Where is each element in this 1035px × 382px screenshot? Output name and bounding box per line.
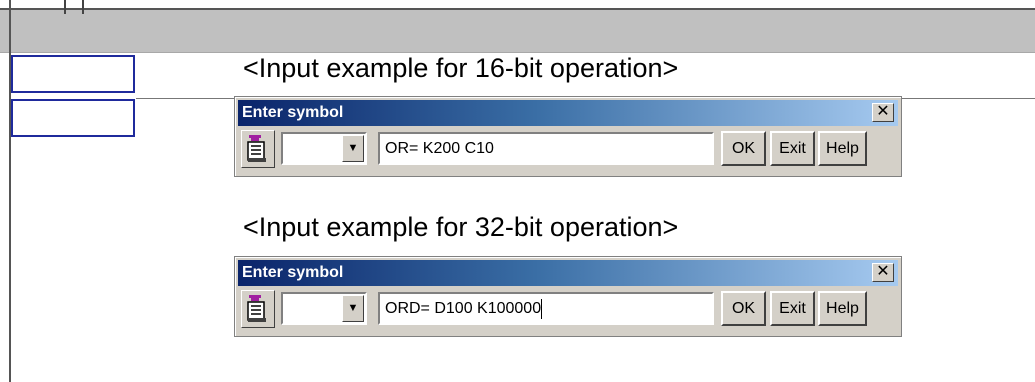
ladder-symbol-icon[interactable] bbox=[241, 130, 275, 168]
enter-symbol-dialog-16bit: Enter symbol ✕ ▼ OR= K200 C10 OK Exit He… bbox=[234, 96, 902, 177]
contact-symbol-left-bar bbox=[64, 0, 66, 14]
ok-button[interactable]: OK bbox=[721, 131, 766, 166]
dialog-titlebar[interactable]: Enter symbol ✕ bbox=[238, 260, 898, 286]
enter-symbol-dialog-32bit: Enter symbol ✕ ▼ ORD= D100 K100000 OK Ex… bbox=[234, 256, 902, 337]
symbol-input-value: OR= K200 C10 bbox=[385, 140, 494, 157]
caption-32bit-example: <Input example for 32-bit operation> bbox=[243, 212, 679, 242]
contact-symbol-right-bar bbox=[82, 0, 84, 14]
chevron-down-icon[interactable]: ▼ bbox=[342, 135, 364, 162]
close-button[interactable]: ✕ bbox=[872, 263, 894, 282]
symbol-input[interactable]: ORD= D100 K100000 bbox=[378, 292, 714, 325]
help-button[interactable]: Help bbox=[818, 291, 867, 326]
symbol-type-combo[interactable]: ▼ bbox=[281, 292, 367, 325]
ladder-symbol-icon-graphic bbox=[247, 135, 266, 162]
symbol-input-value: ORD= D100 K100000 bbox=[385, 300, 542, 317]
ladder-rung-line-top bbox=[0, 8, 1035, 10]
close-button[interactable]: ✕ bbox=[872, 103, 894, 122]
ladder-cursor-cell-2[interactable] bbox=[11, 99, 135, 137]
caption-16bit-example: <Input example for 16-bit operation> bbox=[243, 53, 679, 83]
dialog-title: Enter symbol bbox=[242, 104, 344, 121]
symbol-type-combo[interactable]: ▼ bbox=[281, 132, 367, 165]
symbol-input[interactable]: OR= K200 C10 bbox=[378, 132, 714, 165]
ladder-symbol-icon[interactable] bbox=[241, 290, 275, 328]
ladder-symbol-icon-graphic bbox=[247, 295, 266, 322]
ok-button[interactable]: OK bbox=[721, 291, 766, 326]
text-caret bbox=[541, 298, 543, 319]
exit-button[interactable]: Exit bbox=[770, 131, 815, 166]
dialog-title: Enter symbol bbox=[242, 264, 344, 281]
ladder-cursor-cell-1[interactable] bbox=[11, 55, 135, 93]
help-button[interactable]: Help bbox=[818, 131, 867, 166]
chevron-down-icon[interactable]: ▼ bbox=[342, 295, 364, 322]
dialog-titlebar[interactable]: Enter symbol ✕ bbox=[238, 100, 898, 126]
exit-button[interactable]: Exit bbox=[770, 291, 815, 326]
